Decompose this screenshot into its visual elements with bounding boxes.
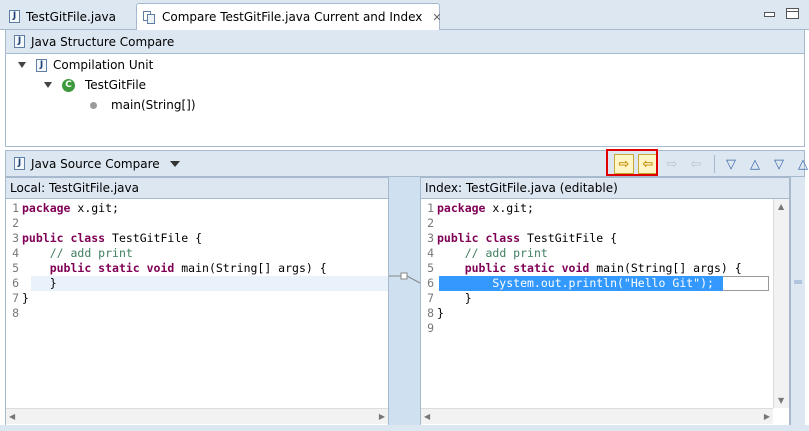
right-editor-title: Index: TestGitFile.java (editable) [420,177,790,199]
code-line: 1 package x.git; [12,201,119,215]
scroll-left-icon[interactable]: ◀ [424,412,430,421]
scroll-up-icon[interactable]: ▲ [778,202,784,211]
code-line: 5 public static void main(String[] args)… [427,261,742,275]
structure-compare-pane: J Java Structure Compare J Compilation U… [5,30,805,147]
previous-change-icon[interactable]: △ [793,154,809,174]
structure-compare-title: Java Structure Compare [31,34,175,49]
tab-compare[interactable]: Compare TestGitFile.java Current and Ind… [136,3,442,30]
code-line: 1 package x.git; [427,201,534,215]
maximize-icon[interactable] [786,8,799,19]
tree-item-method[interactable]: main(String[]) [90,95,196,115]
right-vertical-scrollbar[interactable]: ▲ ▼ [773,199,789,408]
code-line: 3 public class TestGitFile { [427,231,618,245]
method-icon [90,101,97,109]
code-line: 4 // add print [12,246,133,260]
copy-current-change-right-to-left-icon[interactable]: ⇦ [686,154,706,174]
code-line: 3 public class TestGitFile { [12,231,203,245]
tree-item-compilation-unit[interactable]: J Compilation Unit [18,55,153,75]
java-file-icon: J [14,157,25,170]
right-editor[interactable]: 1 package x.git; 2 3 public class TestGitF… [420,199,790,425]
code-line: 8 [12,306,19,320]
scroll-right-icon[interactable]: ▶ [379,412,385,421]
diff-center-gutter [388,177,421,425]
next-difference-icon[interactable]: ▽ [721,154,741,174]
code-line: 2 [12,216,19,230]
editor-tab-bar: J TestGitFile.java Compare TestGitFile.j… [0,0,809,30]
tree-item-label: Compilation Unit [53,58,154,72]
code-line: 9 [427,321,434,335]
scroll-right-icon[interactable]: ▶ [764,412,770,421]
tree-item-label: main(String[]) [111,98,196,112]
left-editor-title: Local: TestGitFile.java [5,177,389,199]
previous-difference-icon[interactable]: △ [745,154,765,174]
java-file-icon: J [36,58,47,72]
dropdown-arrow-icon[interactable] [169,160,180,167]
bottom-border [0,425,809,431]
source-compare-title: Java Source Compare [31,156,160,171]
java-file-icon: J [14,35,25,48]
code-line: 6 } [12,276,57,290]
merge-buttons-highlight [606,149,658,176]
code-line: 8} [427,306,444,320]
tree-item-label: TestGitFile [85,78,147,92]
scroll-down-icon[interactable]: ▼ [778,396,784,405]
code-line: 5 public static void main(String[] args)… [12,261,327,275]
minimize-icon[interactable] [763,8,776,19]
next-change-icon[interactable]: ▽ [769,154,789,174]
tab-testgitfile[interactable]: J TestGitFile.java [3,3,133,30]
close-icon[interactable]: ✕ [432,11,441,24]
tab-label: Compare TestGitFile.java Current and Ind… [162,10,423,24]
overview-ruler[interactable] [790,177,805,425]
class-icon: C [62,78,75,92]
source-compare-header: J Java Source Compare ⇨ ⇦ ⇨ ⇦ ▽ △ ▽ △ [5,150,808,177]
diff-marker[interactable] [794,280,802,284]
structure-compare-header: J Java Structure Compare [6,30,804,54]
code-line: 7 } [427,291,472,305]
left-editor[interactable]: 1 package x.git; 2 3 public class TestGitF… [5,199,389,425]
right-editor-title-text: Index: TestGitFile.java (editable) [425,181,618,195]
expand-arrow-icon[interactable] [18,62,26,68]
copy-right-to-left-icon[interactable]: ⇨ [662,154,682,174]
tree-item-class[interactable]: C TestGitFile [44,75,146,95]
expand-arrow-icon[interactable] [44,82,52,88]
diff-connector [389,272,420,284]
toolbar-separator [714,155,715,173]
code-line: 4 // add print [427,246,548,260]
code-line: 7} [12,291,29,305]
scroll-left-icon[interactable]: ◀ [9,412,15,421]
compare-icon [143,10,156,24]
left-horizontal-scrollbar[interactable]: ◀ ▶ [6,408,388,424]
tab-label: TestGitFile.java [26,9,117,24]
left-editor-title-text: Local: TestGitFile.java [10,181,139,195]
java-file-icon: J [9,10,20,23]
right-horizontal-scrollbar[interactable]: ◀ ▶ [421,408,773,424]
code-line-selected: 6 System.out.println("Hello Git"); [427,276,714,290]
code-line: 2 [427,216,434,230]
